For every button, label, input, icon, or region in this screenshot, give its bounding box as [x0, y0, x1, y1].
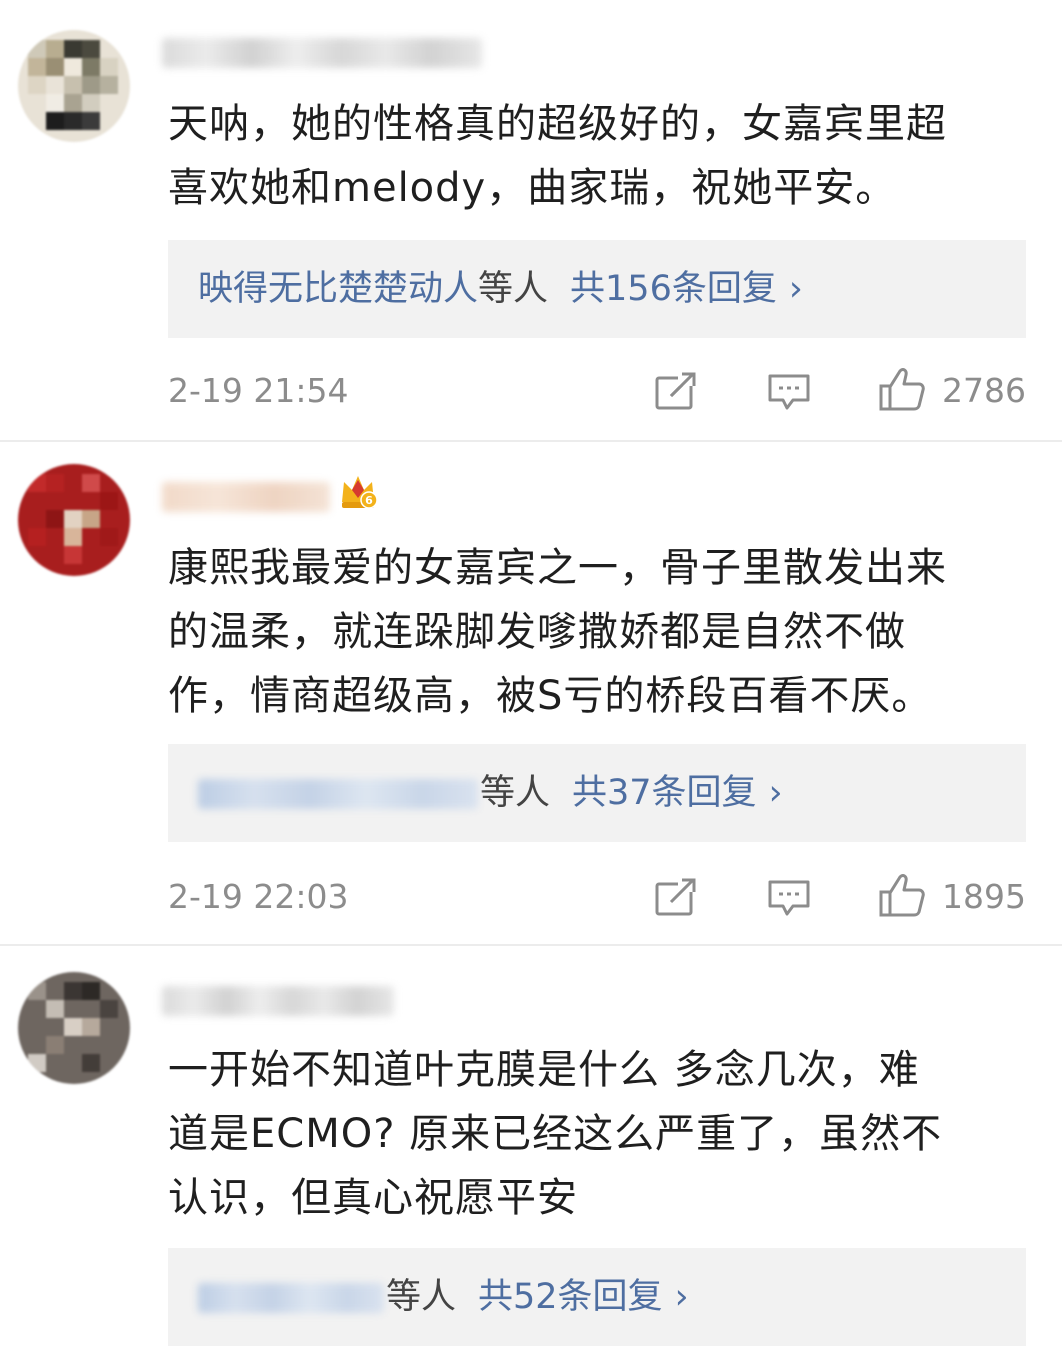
chevron-right-icon[interactable]: › [769, 773, 783, 813]
reply-count-link[interactable]: 共37条回复 [572, 773, 757, 813]
comment-meta: 2-19 21:54 2786 [168, 366, 1026, 416]
avatar[interactable] [18, 972, 130, 1084]
comment-text: 一开始不知道叶克膜是什么 多念几次，难 道是ECMO? 原来已经这么严重了，虽然… [168, 1047, 943, 1221]
comment-text: 康熙我最爱的女嘉宾之一，骨子里散发出来 的温柔，就连跺脚发嗲撒娇都是自然不做 作… [168, 545, 947, 719]
avatar[interactable] [18, 464, 130, 576]
avatar[interactable] [18, 30, 130, 142]
username[interactable] [162, 986, 394, 1016]
reply-preview[interactable]: 等人 共52条回复 › [168, 1248, 1026, 1346]
crown-vip-icon[interactable]: 6 [338, 472, 378, 512]
reply-etc: 等人 [480, 773, 551, 813]
reply-etc: 等人 [478, 269, 549, 309]
thumbs-up-icon[interactable] [878, 872, 926, 918]
reply-preview[interactable]: 等人 共37条回复 › [168, 744, 1026, 842]
comment-icon[interactable] [767, 372, 811, 412]
chevron-right-icon[interactable]: › [675, 1277, 689, 1317]
reply-etc: 等人 [386, 1277, 457, 1317]
reply-users[interactable] [198, 1283, 384, 1313]
chevron-right-icon[interactable]: › [789, 269, 803, 309]
timestamp: 2-19 21:54 [168, 371, 349, 410]
timestamp: 2-19 22:03 [168, 877, 349, 916]
share-icon[interactable] [654, 372, 698, 412]
comment-icon[interactable] [767, 878, 811, 918]
comment-meta: 2-19 22:03 1895 [168, 872, 1026, 922]
like-count: 1895 [942, 877, 1026, 916]
reply-summary[interactable]: 映得无比楚楚动人等人 共156条回复 › [198, 262, 803, 316]
thumbs-up-icon[interactable] [878, 366, 926, 412]
share-icon[interactable] [654, 878, 698, 918]
reply-users[interactable] [198, 779, 478, 809]
comment-item: 天呐，她的性格真的超级好的，女嘉宾里超 喜欢她和melody，曲家瑞，祝她平安。… [0, 0, 1062, 440]
reply-users[interactable]: 映得无比楚楚动人 [198, 269, 478, 309]
reply-preview[interactable]: 映得无比楚楚动人等人 共156条回复 › [168, 240, 1026, 338]
reply-summary[interactable]: 等人 共37条回复 › [198, 766, 783, 820]
like-count: 2786 [942, 371, 1026, 410]
reply-summary[interactable]: 等人 共52条回复 › [198, 1270, 689, 1324]
reply-count-link[interactable]: 共52条回复 [478, 1277, 663, 1317]
comment-item: 一开始不知道叶克膜是什么 多念几次，难 道是ECMO? 原来已经这么严重了，虽然… [0, 946, 1062, 1346]
svg-text:6: 6 [365, 494, 373, 507]
reply-count-link[interactable]: 共156条回复 [570, 269, 777, 309]
comment-item: 6 康熙我最爱的女嘉宾之一，骨子里散发出来 的温柔，就连跺脚发嗲撒娇都是自然不做… [0, 442, 1062, 946]
username[interactable] [162, 482, 330, 512]
comment-text: 天呐，她的性格真的超级好的，女嘉宾里超 喜欢她和melody，曲家瑞，祝她平安。 [168, 101, 947, 211]
username[interactable] [162, 38, 482, 68]
